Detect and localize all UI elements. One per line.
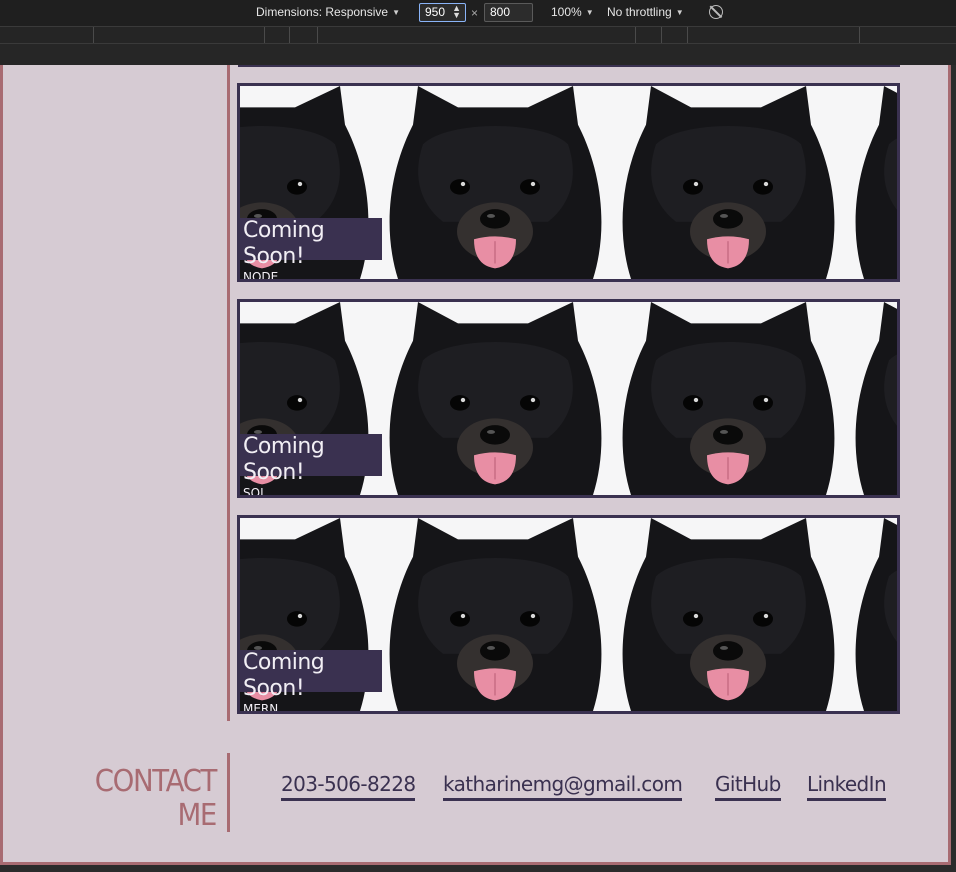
ruler-segment[interactable]	[317, 27, 318, 43]
caret-down-icon: ▼	[585, 7, 594, 17]
puppy-tile	[378, 86, 611, 279]
height-input[interactable]: 800	[484, 3, 533, 22]
puppy-tile	[844, 518, 897, 711]
ruler-segment[interactable]	[859, 27, 860, 43]
ruler-segment[interactable]	[289, 27, 290, 43]
puppy-tile	[611, 86, 844, 279]
puppy-tile	[611, 518, 844, 711]
contact-divider	[227, 753, 230, 832]
times-separator: ×	[471, 6, 479, 20]
project-subtitle: SQL	[243, 486, 267, 498]
linkedin-link[interactable]: LinkedIn	[807, 771, 887, 801]
project-label: Coming Soon! MERN	[240, 650, 382, 711]
project-card-sql[interactable]: Coming Soon! SQL	[237, 299, 900, 498]
width-value: 950	[425, 5, 446, 19]
viewport-gutter	[0, 44, 956, 65]
ruler-segment[interactable]	[635, 27, 636, 43]
project-card-mern[interactable]: Coming Soon! MERN	[237, 515, 900, 714]
puppy-tile	[844, 302, 897, 495]
caret-down-icon: ▼	[675, 7, 684, 17]
dimensions-dropdown[interactable]: Dimensions: Responsive ▼	[256, 5, 400, 19]
puppy-tile	[378, 518, 611, 711]
project-title: Coming Soon!	[243, 650, 325, 701]
project-label: Coming Soon! NODE	[240, 218, 382, 279]
dimensions-label: Dimensions: Responsive	[256, 5, 389, 19]
project-card-node[interactable]: Coming Soon! NODE	[237, 83, 900, 282]
ruler-segment[interactable]	[93, 27, 94, 43]
ruler-segment[interactable]	[661, 27, 662, 43]
ruler-segment[interactable]	[264, 27, 265, 43]
github-link[interactable]: GitHub	[715, 771, 781, 801]
zoom-dropdown[interactable]: 100% ▼	[551, 5, 594, 19]
project-label: Coming Soon! SQL	[240, 434, 382, 495]
spinner-icon[interactable]: ▲ ▼	[452, 4, 461, 20]
media-query-bar	[0, 26, 956, 44]
throttling-label: No throttling	[607, 5, 672, 19]
portfolio-divider	[227, 65, 230, 721]
project-subtitle: NODE	[243, 270, 279, 282]
puppy-tile	[378, 302, 611, 495]
rotate-icon[interactable]	[709, 5, 723, 19]
zoom-label: 100%	[551, 5, 582, 19]
page-viewport: Coming Soon! NODE Coming Soon! SQL Comin…	[0, 65, 951, 865]
project-subtitle: MERN	[243, 702, 279, 714]
caret-down-icon: ▼	[392, 7, 400, 17]
email-link[interactable]: katharinemg@gmail.com	[443, 771, 683, 801]
contact-heading-line1: CONTACT	[94, 764, 218, 799]
ruler-segment[interactable]	[687, 27, 688, 43]
puppy-tile	[611, 302, 844, 495]
throttling-dropdown[interactable]: No throttling ▼	[607, 5, 684, 19]
phone-link[interactable]: 203-506-8228	[281, 771, 416, 801]
project-title: Coming Soon!	[243, 218, 325, 269]
project-title: Coming Soon!	[243, 434, 325, 485]
section-top-border	[238, 65, 900, 67]
width-input[interactable]: 950 ▲ ▼	[419, 3, 466, 22]
puppy-tile	[844, 86, 897, 279]
contact-heading: CONTACT ME	[75, 764, 218, 833]
devtools-toolbar: Dimensions: Responsive ▼ 950 ▲ ▼ × 800 10…	[0, 0, 956, 26]
height-value: 800	[490, 5, 511, 19]
contact-heading-line2: ME	[177, 798, 218, 833]
